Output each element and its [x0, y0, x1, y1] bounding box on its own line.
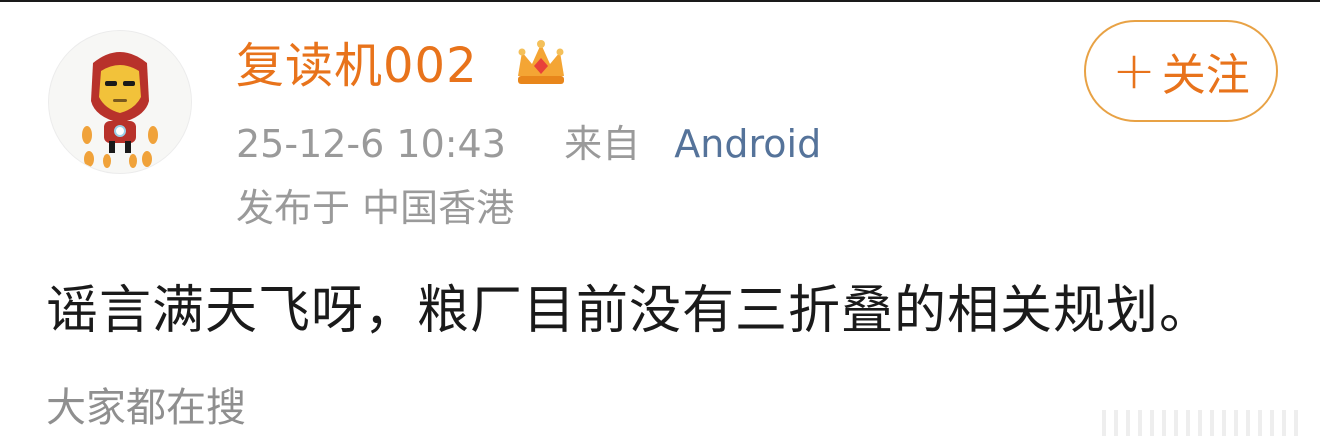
- username[interactable]: 复读机002: [236, 34, 478, 98]
- post-content: 谣言满天飞呀，粮厂目前没有三折叠的相关规划。: [46, 281, 1213, 341]
- everyone-search-label[interactable]: 大家都在搜: [46, 380, 246, 436]
- crown-badge-icon: [518, 40, 564, 84]
- from-label: 来自: [564, 122, 641, 166]
- post-meta: 25-12-6 10:43 来自 Android: [236, 118, 821, 170]
- weibo-post-card: 复读机002 + 关注 25-12-6 10:43 来自 Android 发布于…: [0, 0, 1320, 448]
- follow-label: 关注: [1161, 50, 1250, 101]
- top-divider: [0, 0, 1320, 2]
- avatar[interactable]: [48, 30, 192, 174]
- iron-man-avatar-icon: [50, 32, 190, 172]
- post-timestamp: 25-12-6 10:43: [236, 122, 506, 166]
- post-location: 发布于 中国香港: [236, 186, 515, 230]
- follow-button[interactable]: + 关注: [1084, 20, 1278, 122]
- plus-icon: +: [1112, 41, 1156, 101]
- post-source[interactable]: Android: [674, 122, 821, 166]
- decorative-dots: [1102, 410, 1302, 436]
